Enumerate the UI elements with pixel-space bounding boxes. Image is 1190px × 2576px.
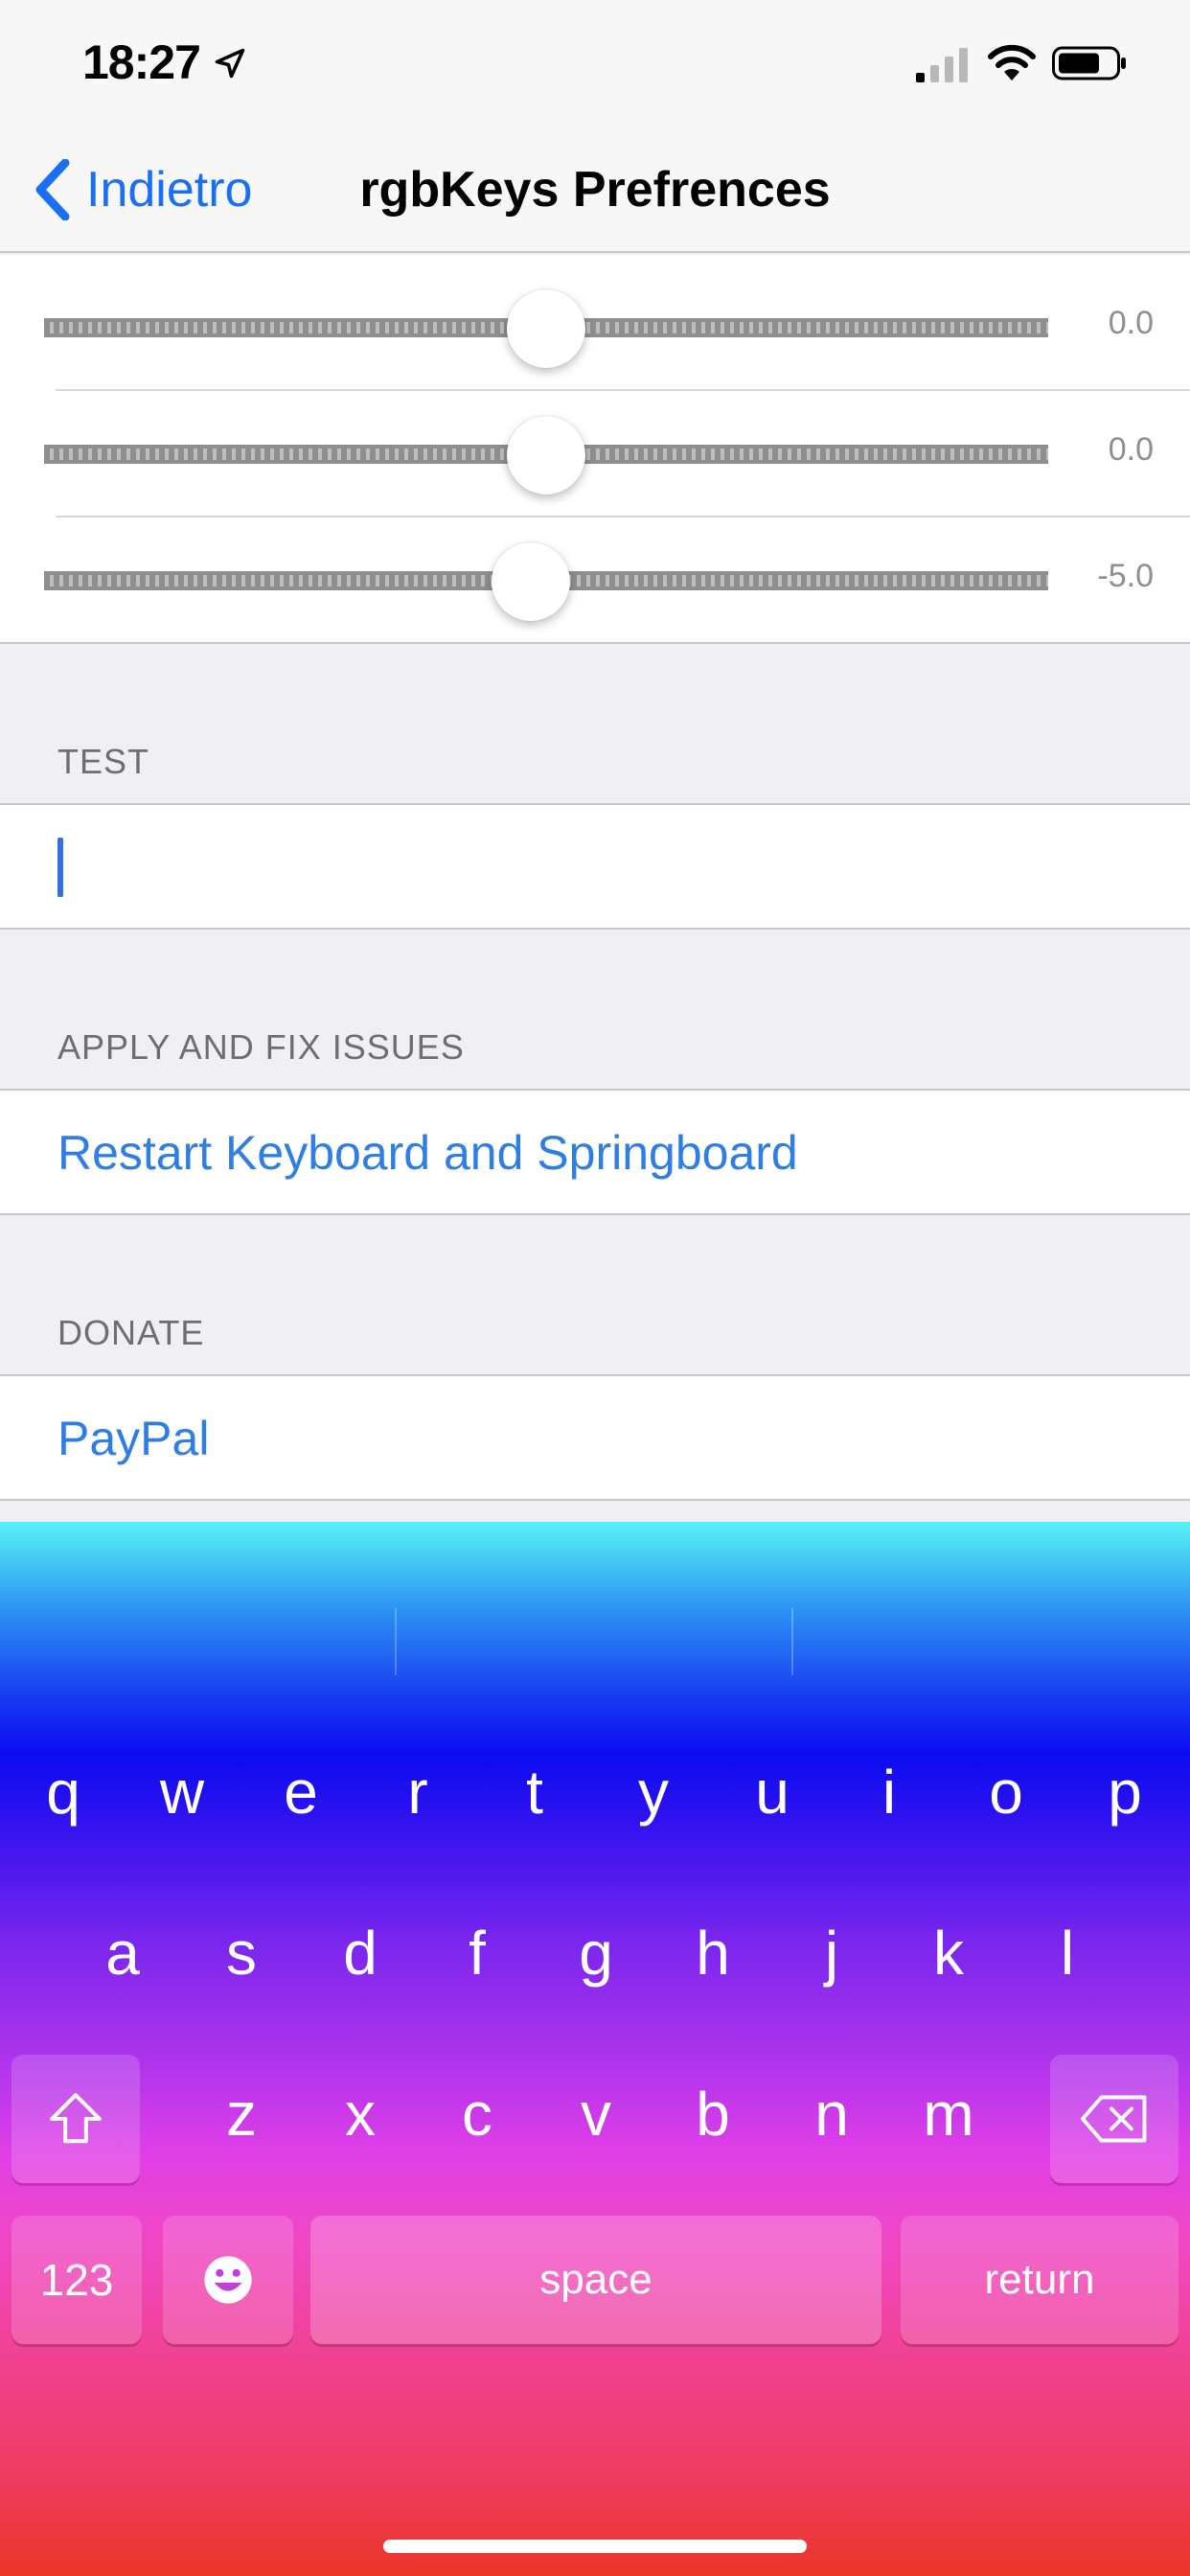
wifi-icon [988, 44, 1036, 80]
slider-value: -5.0 [1097, 558, 1154, 594]
text-caret [57, 838, 63, 897]
paypal-cell[interactable]: PayPal [0, 1374, 1190, 1501]
return-key[interactable]: return [901, 2216, 1179, 2344]
key-w[interactable]: w [123, 1731, 241, 1853]
key-u[interactable]: u [713, 1731, 832, 1853]
key-k[interactable]: k [889, 1892, 1008, 2014]
slider-thumb[interactable] [492, 542, 571, 621]
page-title-text: rgbKeys Prefrences [359, 162, 831, 218]
key-q[interactable]: q [4, 1731, 123, 1853]
key-h[interactable]: h [653, 1892, 772, 2014]
home-indicator[interactable] [383, 2540, 807, 2553]
keyboard: q w e r t y u i o p a s d f g h j k l z … [0, 1522, 1190, 2576]
status-time: 18:27 [82, 35, 201, 89]
key-p[interactable]: p [1065, 1731, 1184, 1853]
key-y[interactable]: y [594, 1731, 713, 1853]
key-x[interactable]: x [301, 2053, 420, 2175]
key-f[interactable]: f [418, 1892, 537, 2014]
page-title: rgbKeys Prefrences [0, 161, 1190, 218]
restart-keyboard-button[interactable]: Restart Keyboard and Springboard [57, 1125, 798, 1181]
slider-row: 0.0 [0, 264, 1190, 391]
restart-keyboard-cell[interactable]: Restart Keyboard and Springboard [0, 1089, 1190, 1215]
key-s[interactable]: s [182, 1892, 301, 2014]
section-header-test: TEST [57, 742, 150, 781]
delete-key[interactable] [1050, 2055, 1179, 2183]
backspace-icon [1081, 2095, 1147, 2143]
emoji-key[interactable] [163, 2216, 293, 2344]
navigation-bar: Indietro rgbKeys Prefrences [0, 126, 1190, 253]
slider-thumb[interactable] [507, 416, 585, 494]
section-header-donate: DONATE [57, 1313, 205, 1352]
paypal-button[interactable]: PayPal [57, 1411, 209, 1466]
key-n[interactable]: n [772, 2053, 891, 2175]
slider-thumb[interactable] [507, 289, 585, 368]
slider-group: 0.0 0.0 -5.0 [0, 255, 1190, 644]
key-r[interactable]: r [358, 1731, 477, 1853]
key-b[interactable]: b [653, 2053, 772, 2175]
key-z[interactable]: z [182, 2053, 301, 2175]
key-o[interactable]: o [947, 1731, 1065, 1853]
key-e[interactable]: e [241, 1731, 360, 1853]
key-t[interactable]: t [475, 1731, 594, 1853]
prediction-divider [395, 1608, 397, 1675]
shift-key[interactable] [11, 2055, 140, 2183]
section-header-apply: APPLY AND FIX ISSUES [57, 1027, 465, 1067]
key-j[interactable]: j [772, 1892, 891, 2014]
key-v[interactable]: v [537, 2053, 655, 2175]
key-m[interactable]: m [889, 2053, 1008, 2175]
slider-row: 0.0 [0, 391, 1190, 518]
battery-icon [1052, 46, 1126, 80]
slider-value: 0.0 [1108, 431, 1154, 468]
space-key[interactable]: space [310, 2216, 881, 2344]
prediction-divider [791, 1608, 793, 1675]
emoji-icon [204, 2256, 252, 2304]
key-i[interactable]: i [830, 1731, 949, 1853]
key-d[interactable]: d [301, 1892, 420, 2014]
slider-value: 0.0 [1108, 305, 1154, 341]
test-input[interactable] [0, 803, 1190, 930]
location-arrow-icon [215, 48, 245, 79]
shift-icon [50, 2093, 102, 2144]
cellular-signal-icon [916, 48, 968, 82]
status-bar: 18:27 [0, 0, 1190, 126]
key-l[interactable]: l [1008, 1892, 1127, 2014]
slider-row: -5.0 [0, 518, 1190, 644]
key-g[interactable]: g [537, 1892, 655, 2014]
numbers-key[interactable]: 123 [11, 2216, 142, 2344]
key-a[interactable]: a [63, 1892, 182, 2014]
key-c[interactable]: c [418, 2053, 537, 2175]
